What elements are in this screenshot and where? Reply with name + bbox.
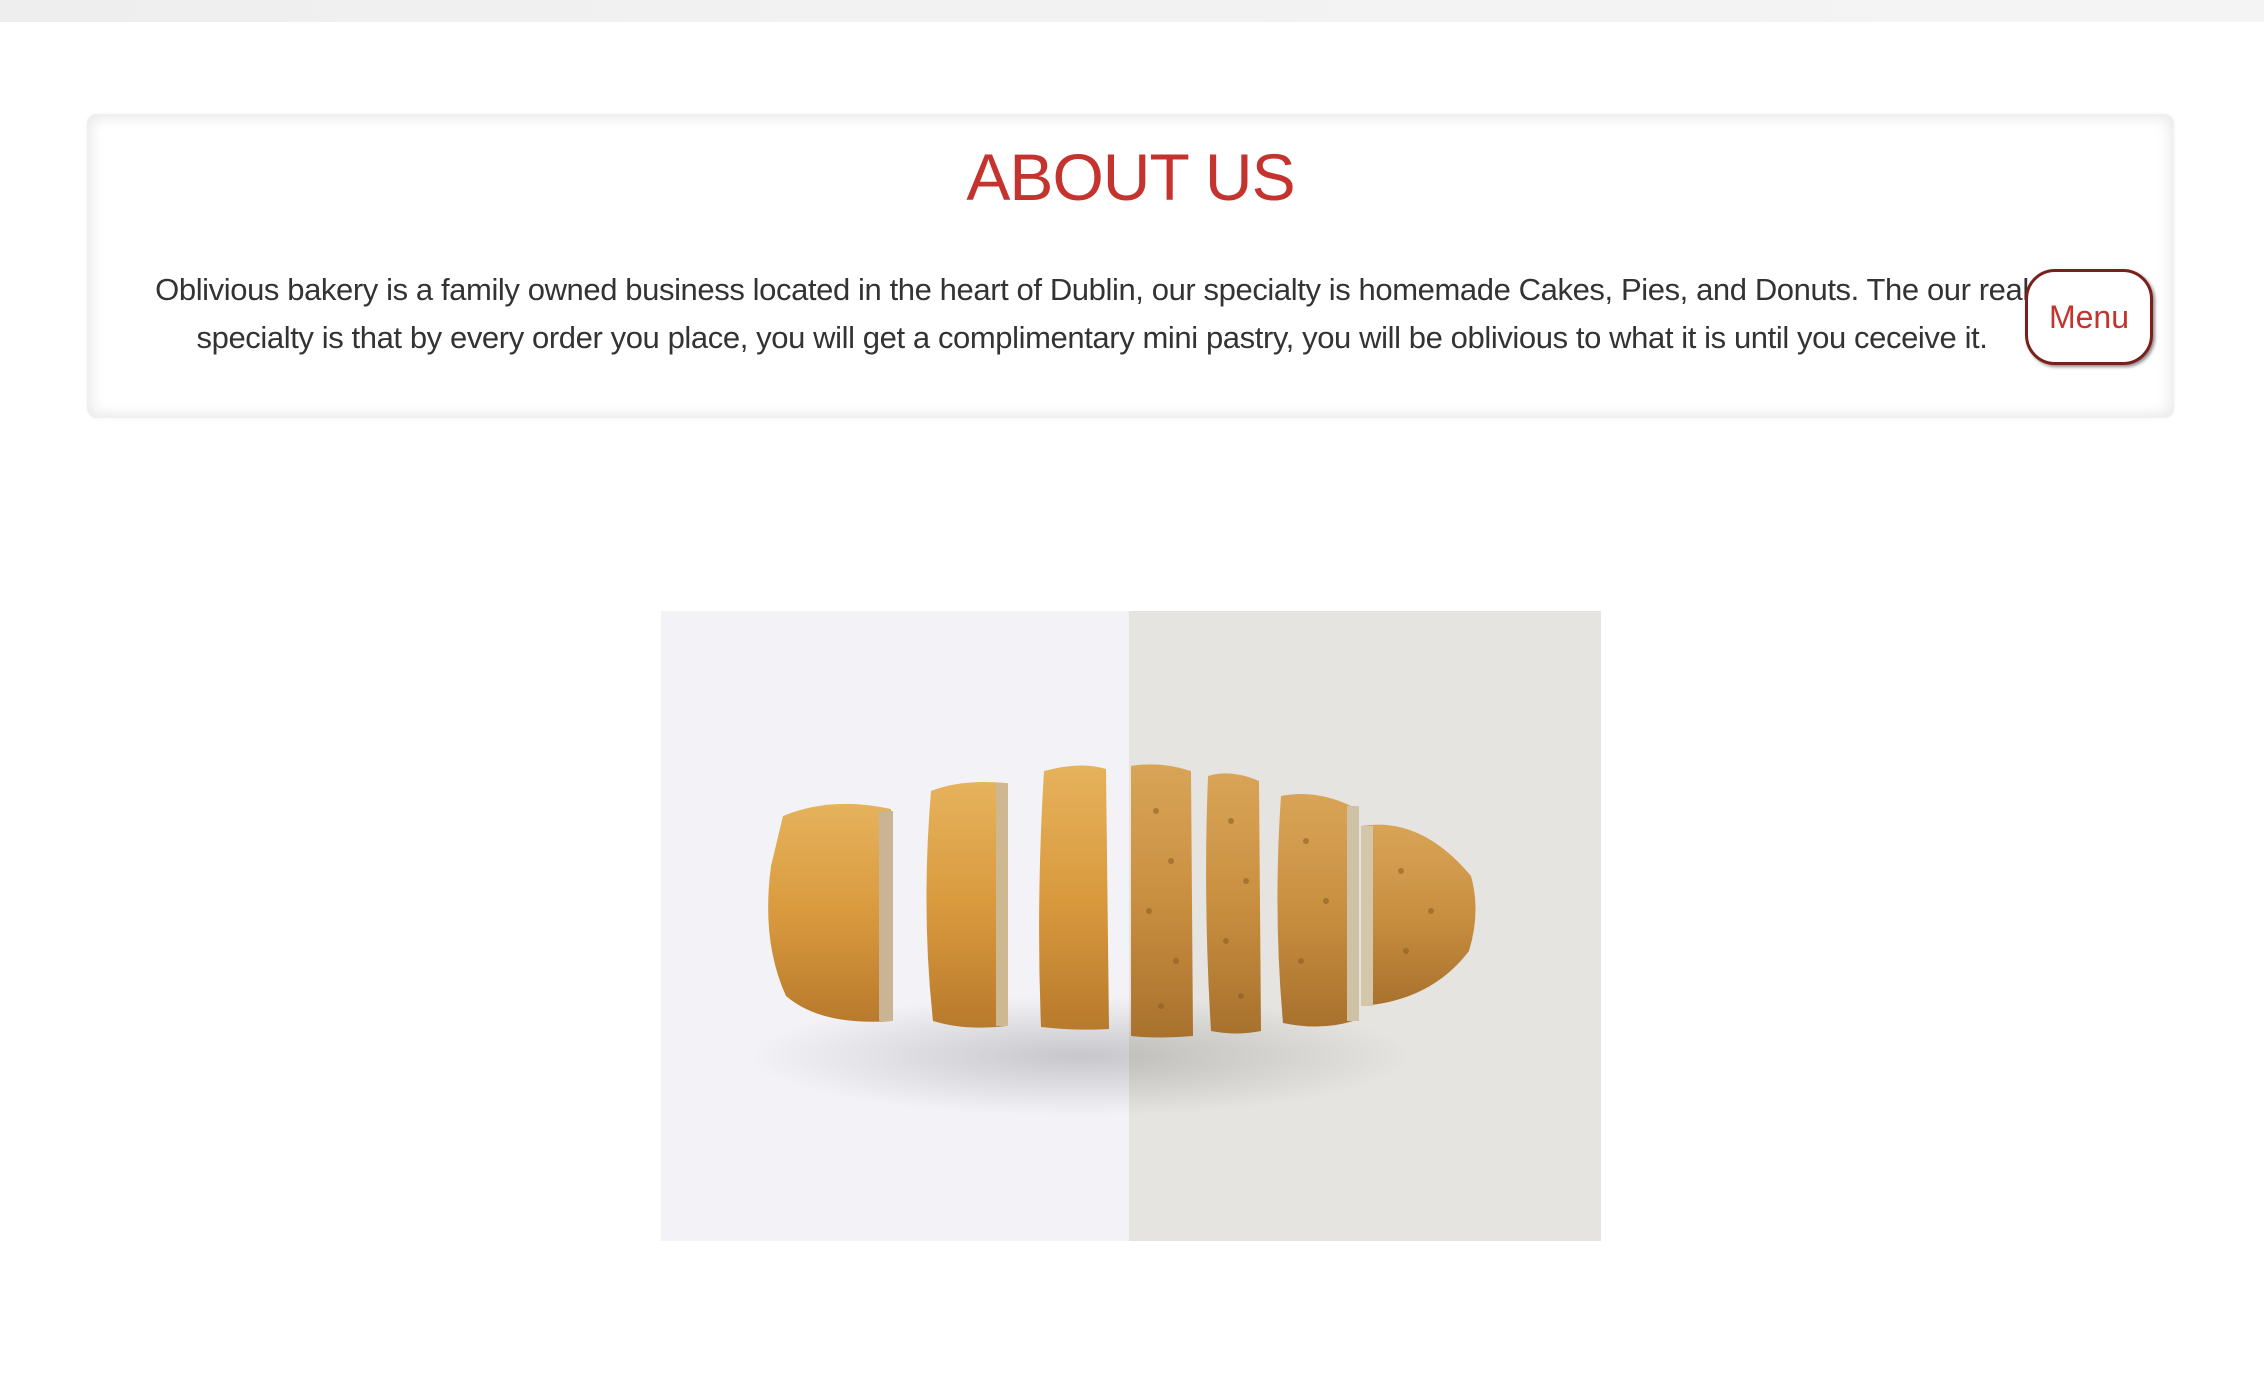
about-section: ABOUT US Oblivious bakery is a family ow… (87, 114, 2174, 418)
about-description: Oblivious bakery is a family owned busin… (155, 272, 2029, 355)
about-title: ABOUT US (966, 140, 1295, 214)
sliced-bread-image (661, 611, 1601, 1241)
menu-button[interactable]: Menu (2025, 269, 2153, 365)
top-strip (0, 0, 2264, 22)
